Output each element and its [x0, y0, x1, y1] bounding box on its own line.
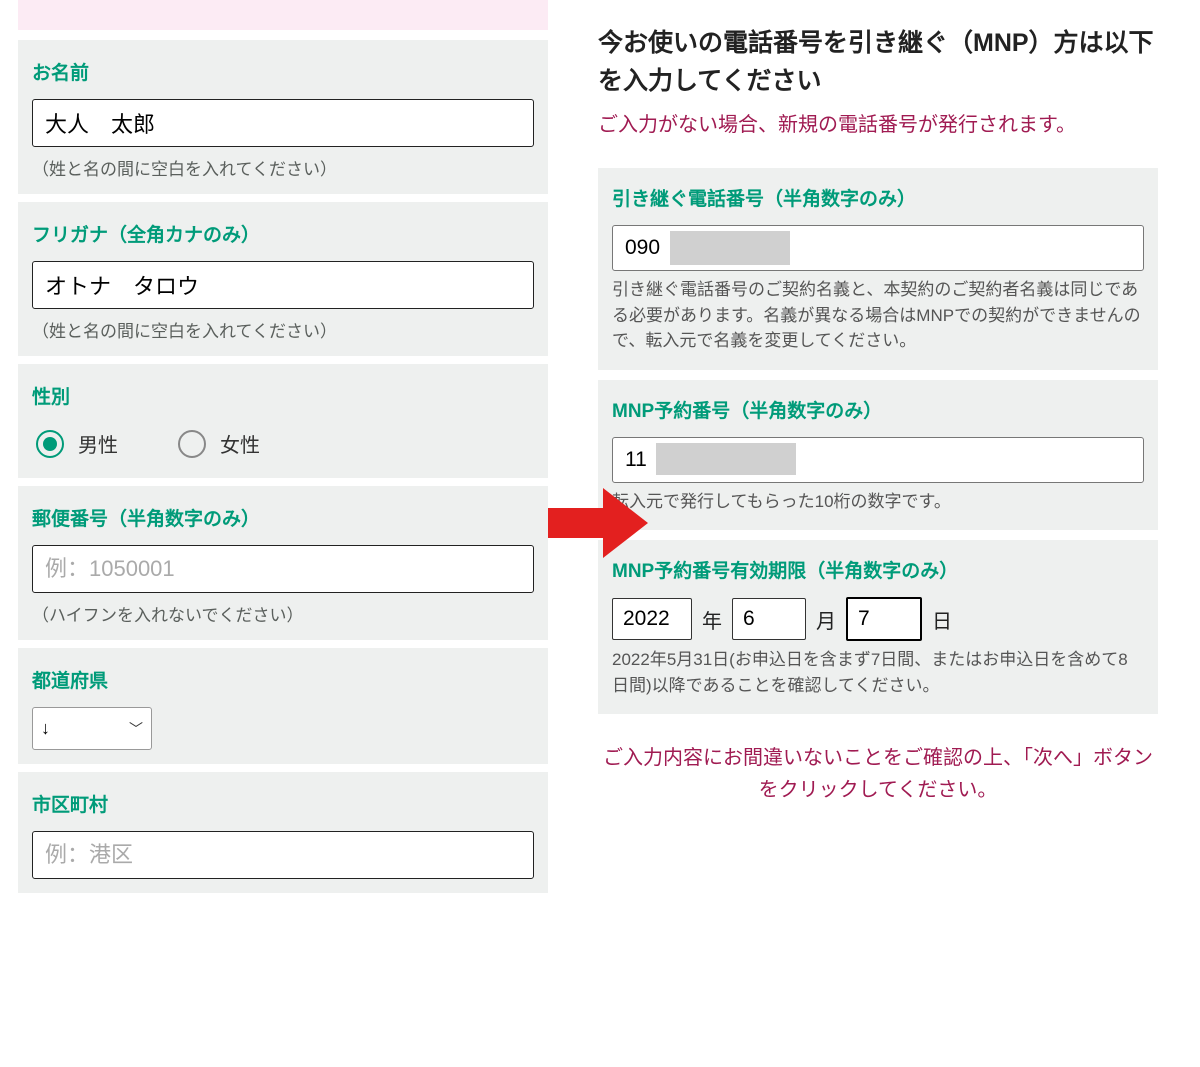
furigana-helper: （姓と名の間に空白を入れてください） — [32, 317, 534, 342]
header-pink-bar — [18, 0, 548, 30]
prefecture-label: 都道府県 — [32, 666, 534, 693]
name-section: お名前 （姓と名の間に空白を入れてください） — [18, 40, 548, 194]
mnp-expiry-helper: 2022年5月31日(お申込日を含まず7日間、またはお申込日を含めて8日間)以降… — [612, 647, 1144, 698]
mnp-number-label: MNP予約番号（半角数字のみ） — [612, 396, 1144, 423]
month-label: 月 — [816, 605, 836, 634]
prefecture-selected-value: ↓ — [41, 718, 50, 739]
postal-helper: （ハイフンを入れないでください） — [32, 601, 534, 626]
mnp-phone-section: 引き継ぐ電話番号（半角数字のみ） 引き継ぐ電話番号のご契約名義と、本契約のご契約… — [598, 168, 1158, 370]
furigana-label: フリガナ（全角カナのみ） — [32, 220, 534, 247]
radio-checked-icon — [36, 430, 64, 458]
mnp-expiry-date-row: 年 月 日 — [612, 597, 1144, 641]
city-input[interactable] — [32, 831, 534, 879]
confirm-message: ご入力内容にお間違いないことをご確認の上、「次へ」ボタンをクリックしてください。 — [598, 742, 1158, 806]
name-label: お名前 — [32, 58, 534, 85]
chevron-down-icon: ﹀ — [129, 719, 143, 739]
gender-female-option[interactable]: 女性 — [178, 429, 260, 458]
mnp-expiry-section: MNP予約番号有効期限（半角数字のみ） 年 月 日 2022年5月31日(お申込… — [598, 540, 1158, 714]
mnp-title: 今お使いの電話番号を引き継ぐ（MNP）方は以下を入力してください — [598, 25, 1158, 100]
postal-label: 郵便番号（半角数字のみ） — [32, 504, 534, 531]
postal-section: 郵便番号（半角数字のみ） （ハイフンを入れないでください） — [18, 486, 548, 640]
masked-mnp-block — [656, 443, 796, 475]
mnp-expiry-label: MNP予約番号有効期限（半角数字のみ） — [612, 556, 1144, 583]
mnp-warning: ご入力がない場合、新規の電話番号が発行されます。 — [598, 110, 1158, 140]
name-input[interactable] — [32, 99, 534, 147]
prefecture-select[interactable]: ↓ ﹀ — [32, 707, 152, 750]
mnp-phone-helper: 引き継ぐ電話番号のご契約名義と、本契約のご契約者名義は同じである必要があります。… — [612, 277, 1144, 354]
gender-female-label: 女性 — [220, 429, 260, 458]
city-label: 市区町村 — [32, 790, 534, 817]
masked-phone-block — [670, 231, 790, 265]
right-mnp-column: 今お使いの電話番号を引き継ぐ（MNP）方は以下を入力してください ご入力がない場… — [598, 0, 1158, 901]
name-helper: （姓と名の間に空白を入れてください） — [32, 155, 534, 180]
mnp-number-helper: 転入元で発行してもらった10桁の数字です。 — [612, 489, 1144, 515]
furigana-input[interactable] — [32, 261, 534, 309]
day-label: 日 — [932, 605, 952, 634]
gender-male-label: 男性 — [78, 429, 118, 458]
city-section: 市区町村 — [18, 772, 548, 893]
mnp-expiry-month-input[interactable] — [732, 598, 806, 640]
mnp-number-section: MNP予約番号（半角数字のみ） 転入元で発行してもらった10桁の数字です。 — [598, 380, 1158, 531]
furigana-section: フリガナ（全角カナのみ） （姓と名の間に空白を入れてください） — [18, 202, 548, 356]
gender-section: 性別 男性 女性 — [18, 364, 548, 478]
mnp-expiry-day-input[interactable] — [846, 597, 922, 641]
gender-label: 性別 — [32, 382, 534, 409]
radio-unchecked-icon — [178, 430, 206, 458]
red-arrow-icon — [548, 488, 648, 558]
left-form-column: お名前 （姓と名の間に空白を入れてください） フリガナ（全角カナのみ） （姓と名… — [18, 0, 548, 901]
year-label: 年 — [702, 605, 722, 634]
mnp-phone-label: 引き継ぐ電話番号（半角数字のみ） — [612, 184, 1144, 211]
mnp-expiry-year-input[interactable] — [612, 598, 692, 640]
postal-input[interactable] — [32, 545, 534, 593]
prefecture-section: 都道府県 ↓ ﹀ — [18, 648, 548, 764]
gender-radio-group: 男性 女性 — [32, 423, 534, 464]
gender-male-option[interactable]: 男性 — [36, 429, 118, 458]
